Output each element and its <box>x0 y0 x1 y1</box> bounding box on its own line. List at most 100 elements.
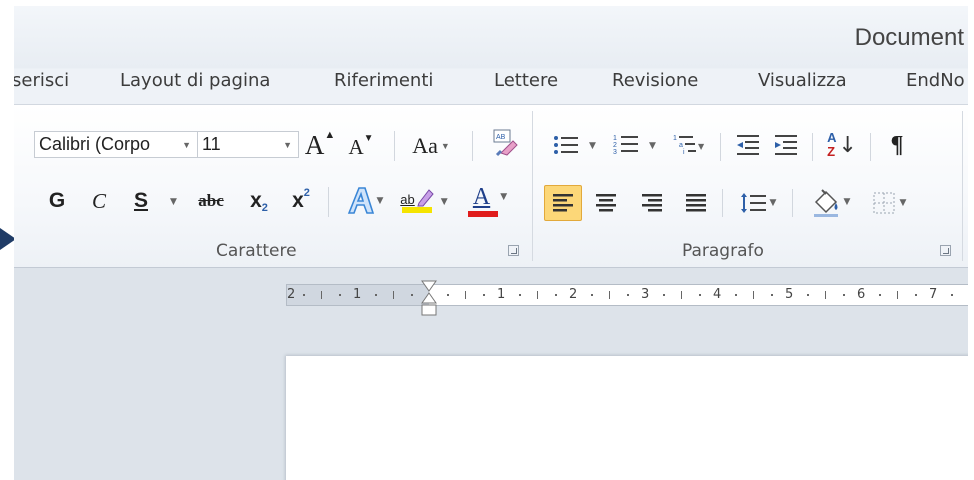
ruler-number: 5 <box>785 287 794 302</box>
ruler-dot <box>807 294 809 296</box>
chevron-down-icon: ▼ <box>843 197 851 207</box>
font-size-combo[interactable]: 11 ▼ <box>197 131 299 158</box>
ruler-tick <box>825 291 826 299</box>
line-spacing-icon <box>740 193 766 213</box>
ruler-dot <box>447 294 449 296</box>
highlighter-pen-icon <box>417 189 434 207</box>
ruler-number: 3 <box>641 287 650 302</box>
bullet-list-icon <box>554 136 578 154</box>
bullets-button[interactable] <box>546 127 586 163</box>
ruler-dot <box>591 294 593 296</box>
group-separator <box>962 111 963 261</box>
text-effects-button[interactable]: ▼ <box>338 183 390 219</box>
chevron-down-icon[interactable]: ▼ <box>283 133 292 157</box>
caret-up-icon: ▲ <box>324 129 336 141</box>
chevron-down-icon[interactable]: ▼ <box>182 133 191 157</box>
subscript-button[interactable]: x2 <box>242 185 276 217</box>
numbering-button[interactable]: 1 2 3 <box>606 127 646 163</box>
align-center-icon <box>596 194 616 212</box>
ruler-dot <box>879 294 881 296</box>
chevron-down-icon[interactable]: ▼ <box>589 141 596 151</box>
font-color-label: A <box>472 183 491 210</box>
horizontal-ruler[interactable]: 2 1 1 2 3 4 5 6 7 <box>286 280 968 316</box>
subscript-mark: 2 <box>261 202 268 214</box>
increase-indent-button[interactable] <box>768 127 804 163</box>
italic-button[interactable]: C <box>86 185 112 217</box>
align-right-icon <box>642 194 662 212</box>
tab-visualizza[interactable]: Visualizza <box>758 70 847 91</box>
sort-button[interactable]: A Z ↓ <box>822 125 862 165</box>
align-right-button[interactable] <box>634 185 670 221</box>
shrink-font-label: A <box>348 134 364 159</box>
indent-marker-icon[interactable] <box>420 279 438 319</box>
separator <box>870 133 871 161</box>
justify-button[interactable] <box>678 185 714 221</box>
ruler-tick <box>537 291 538 299</box>
ruler-number: 4 <box>713 287 722 302</box>
strikethrough-button[interactable]: abc <box>192 185 230 217</box>
paragraph-dialog-launcher-icon[interactable] <box>940 245 951 256</box>
tab-layout-di-pagina[interactable]: Layout di pagina <box>120 70 270 91</box>
tab-endnote[interactable]: EndNo <box>906 70 965 91</box>
tab-riferimenti[interactable]: Riferimenti <box>334 70 433 91</box>
bold-button[interactable]: G <box>44 185 70 217</box>
tab-inserisci[interactable]: serisci <box>14 70 69 91</box>
font-name-combo[interactable]: Calibri (Corpo ▼ <box>34 131 198 158</box>
ruler-dot <box>627 294 629 296</box>
chevron-down-icon: ▼ <box>440 141 450 151</box>
ruler-tick <box>321 291 322 299</box>
shading-button[interactable]: ▼ <box>802 183 858 221</box>
ruler-dot <box>699 294 701 296</box>
ruler-dot <box>663 294 665 296</box>
grow-font-button[interactable]: A ▲ <box>305 129 336 161</box>
chevron-down-icon[interactable]: ▼ <box>649 141 656 151</box>
highlight-color-bar <box>402 207 432 213</box>
align-left-icon <box>553 194 573 212</box>
ruler-tick <box>393 291 394 299</box>
sort-z-label: Z <box>827 144 836 159</box>
superscript-button[interactable]: x2 <box>284 185 318 217</box>
line-spacing-button[interactable]: ▼ <box>732 185 784 221</box>
svg-text:AB: AB <box>496 134 506 141</box>
change-case-button[interactable]: Aa ▼ <box>406 131 456 161</box>
show-formatting-button[interactable]: ¶ <box>880 127 914 163</box>
ruler-dot <box>519 294 521 296</box>
document-page[interactable] <box>286 356 968 480</box>
caret-down-icon: ▼ <box>363 132 374 144</box>
svg-text:3: 3 <box>613 149 617 156</box>
ruler-dot <box>735 294 737 296</box>
tab-lettere[interactable]: Lettere <box>494 70 558 91</box>
align-center-button[interactable] <box>588 185 624 221</box>
multilevel-list-icon: 1 a i ▼ <box>673 135 705 156</box>
underline-button[interactable]: S <box>128 185 154 217</box>
tab-revisione[interactable]: Revisione <box>612 70 698 91</box>
ruler-dot <box>915 294 917 296</box>
borders-button[interactable]: ▼ <box>864 185 914 221</box>
ruler-dot <box>303 294 305 296</box>
font-dialog-launcher-icon[interactable] <box>508 245 519 256</box>
multilevel-list-button[interactable]: 1 a i ▼ <box>666 127 712 163</box>
chevron-down-icon: ▼ <box>769 198 777 208</box>
borders-icon <box>873 192 895 214</box>
underline-dropdown-chevron-icon[interactable]: ▼ <box>170 197 177 207</box>
font-color-bar <box>468 210 498 217</box>
clear-formatting-button[interactable]: AB <box>484 125 522 161</box>
shrink-font-button[interactable]: A ▼ <box>348 133 374 161</box>
chevron-down-icon: ▼ <box>500 192 508 202</box>
ruler-tick <box>897 291 898 299</box>
decrease-indent-button[interactable] <box>730 127 766 163</box>
separator <box>328 187 329 217</box>
highlight-button[interactable]: ab ▼ <box>396 181 452 219</box>
sort-arrow-icon: ↓ <box>838 132 857 158</box>
separator <box>722 189 723 217</box>
numbered-list-icon: 1 2 3 <box>613 135 638 156</box>
ruler-number: 6 <box>857 287 866 302</box>
separator <box>720 133 721 161</box>
change-case-label: Aa <box>412 133 438 158</box>
align-left-button[interactable] <box>544 185 582 221</box>
sort-a-label: A <box>827 130 837 145</box>
chevron-down-icon: ▼ <box>899 198 907 208</box>
font-color-button[interactable]: A ▼ <box>462 181 518 219</box>
ruler-tick <box>753 291 754 299</box>
document-title: Document <box>854 24 964 51</box>
